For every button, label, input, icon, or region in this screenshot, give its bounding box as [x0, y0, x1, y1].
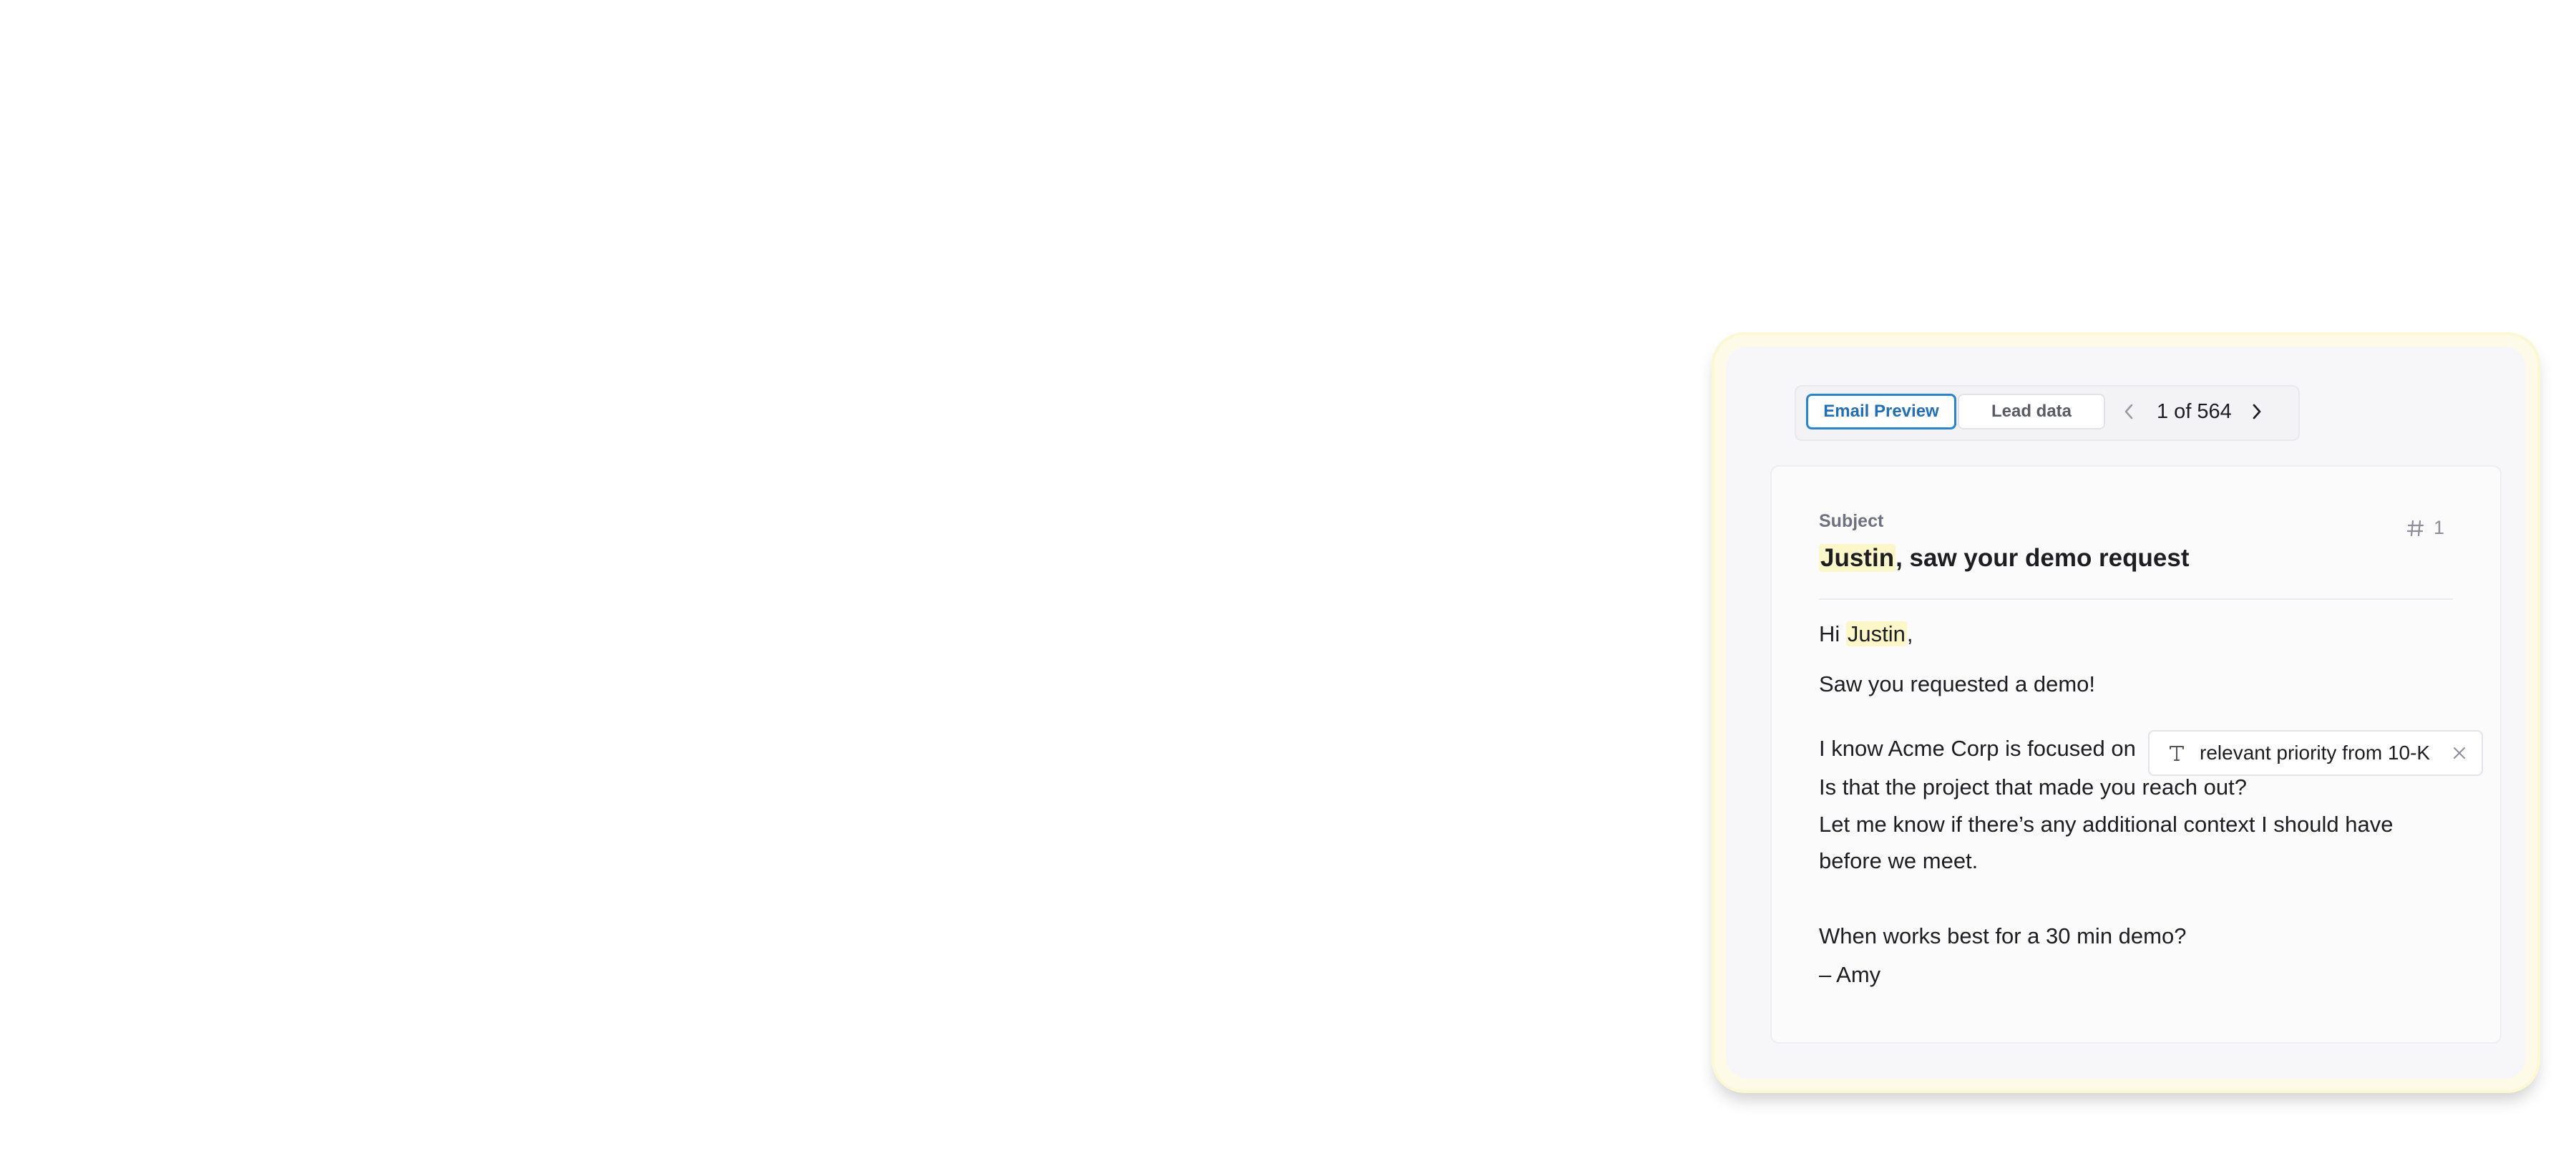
tab-lead-data[interactable]: Lead data — [1958, 394, 2105, 429]
subject-text: , saw your demo request — [1896, 544, 2190, 572]
body-line-context-1: Let me know if there’s any additional co… — [1819, 812, 2394, 837]
greeting-name-variable: Justin — [1845, 621, 1907, 646]
body-line-when: When works best for a 30 min demo? — [1819, 923, 2187, 948]
email-panel: Subject 1 Justin, saw your demo request … — [1770, 465, 2502, 1044]
greeting-prefix: Hi — [1819, 621, 1846, 646]
close-icon[interactable] — [2451, 745, 2467, 761]
greeting-suffix: , — [1906, 621, 1913, 646]
divider — [1819, 598, 2453, 600]
body-line-saw: Saw you requested a demo! — [1819, 671, 2096, 696]
subject-label: Subject — [1819, 511, 1884, 531]
hash-icon — [2406, 519, 2425, 538]
subject-name-variable: Justin — [1819, 544, 1896, 572]
signature: – Amy — [1819, 962, 1881, 987]
chevron-left-icon[interactable] — [2117, 394, 2141, 429]
variable-chip-label: relevant priority from 10-K — [2200, 742, 2431, 764]
body-line-focus: I know Acme Corp is focused on — [1819, 736, 2136, 761]
chevron-right-icon[interactable] — [2245, 394, 2269, 429]
text-type-icon — [2168, 744, 2185, 762]
body-line-context-2: before we meet. — [1819, 848, 1979, 873]
pager: 1 of 564 — [2117, 394, 2288, 429]
email-preview-card: Email Preview Lead data 1 of 564 Subject — [1714, 335, 2537, 1090]
preview-toolbar: Email Preview Lead data 1 of 564 — [1795, 385, 2300, 441]
subject-line[interactable]: Justin, saw your demo request — [1819, 544, 2189, 573]
card-body: Email Preview Lead data 1 of 564 Subject — [1726, 346, 2526, 1079]
greeting-line: Hi Justin, — [1819, 621, 1913, 647]
pager-count: 1 of 564 — [2157, 399, 2232, 423]
page: Email Preview Lead data 1 of 564 Subject — [0, 0, 2576, 1151]
step-indicator: 1 — [2406, 517, 2444, 539]
variable-chip[interactable]: relevant priority from 10-K — [2148, 730, 2483, 776]
step-number: 1 — [2433, 517, 2444, 538]
body-line-project: Is that the project that made you reach … — [1819, 774, 2247, 800]
tab-email-preview[interactable]: Email Preview — [1806, 394, 1956, 429]
